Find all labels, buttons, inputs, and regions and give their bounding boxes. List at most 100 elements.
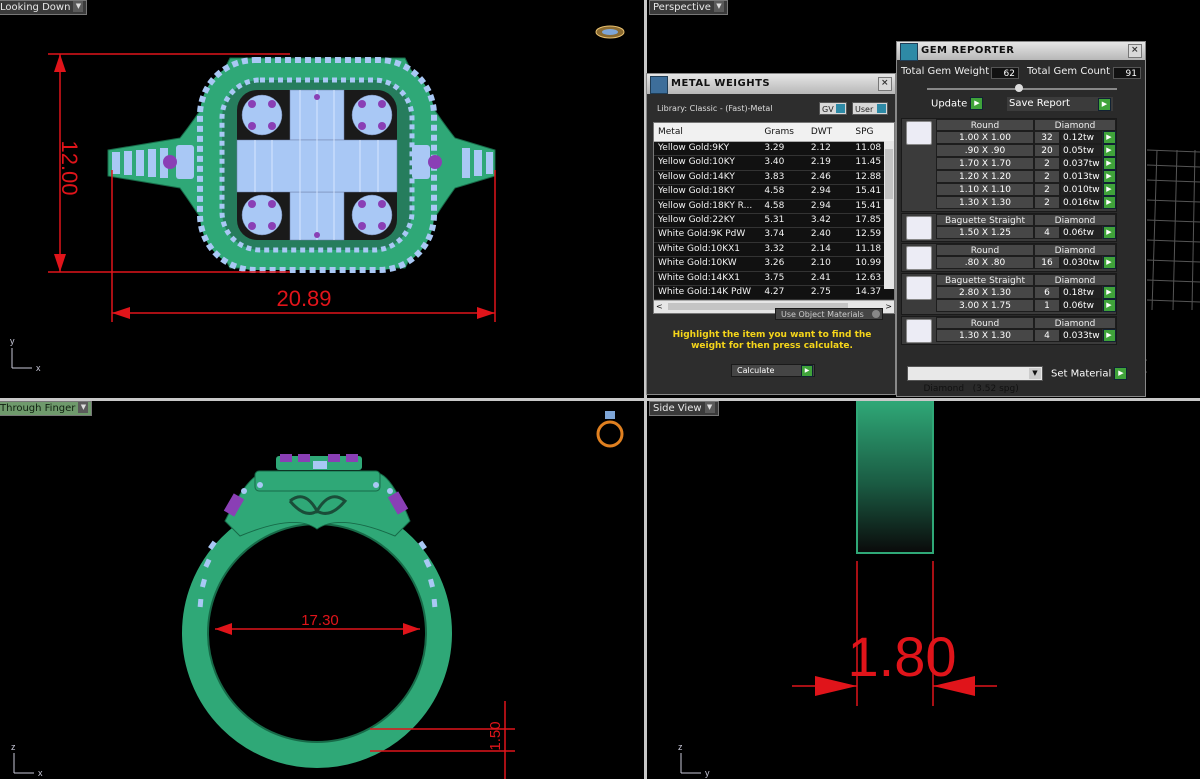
cell-grams: 4.58 <box>764 200 785 211</box>
table-row[interactable]: White Gold:14K PdW 4.27 2.75 14.37 <box>654 285 894 301</box>
cell-metal: Yellow Gold:9KY <box>658 143 730 153</box>
gem-group[interactable]: Baguette Straight Diamond 1.50 X 1.25 4 0.06… <box>901 213 1117 242</box>
gem-row[interactable]: 1.10 X 1.10 2 0.010tw ▶ <box>936 183 1116 196</box>
gem-reporter-icon <box>900 43 918 61</box>
cell-grams: 4.58 <box>764 186 785 197</box>
viewport-top[interactable]: Looking Down ▼ 12.00 20.89 y x <box>0 0 644 398</box>
svg-text:y: y <box>705 768 710 778</box>
use-object-materials-button[interactable]: Use Object Materials <box>775 308 883 320</box>
select-gem-icon[interactable]: ▶ <box>1102 256 1116 269</box>
close-icon[interactable]: × <box>878 77 892 91</box>
dim-inner-diameter-label: 17.30 <box>301 612 339 629</box>
play-icon: ▶ <box>1114 367 1128 380</box>
cell-metal: Yellow Gold:14KY <box>658 171 735 182</box>
user-toggle[interactable]: User <box>852 102 888 115</box>
round-gem-icon <box>906 121 932 145</box>
gem-group[interactable]: Round Diamond 1.00 X 1.00 32 0.12tw ▶ .90 X .9… <box>901 118 1117 212</box>
gem-group[interactable]: Round Diamond .80 X .80 16 0.030tw ▶ <box>901 243 1117 272</box>
save-report-button[interactable]: Save Report ▶ <box>1007 97 1113 111</box>
update-button[interactable]: Update ▶ <box>931 97 984 110</box>
gem-row[interactable]: .80 X .80 16 0.030tw ▶ <box>936 256 1116 269</box>
gem-row[interactable]: 1.50 X 1.25 4 0.06tw ▶ <box>936 226 1116 239</box>
gem-row[interactable]: 1.00 X 1.00 32 0.12tw ▶ <box>936 131 1116 144</box>
gem-row[interactable]: 1.20 X 1.20 2 0.013tw ▶ <box>936 170 1116 183</box>
cell-grams: 3.83 <box>764 171 785 182</box>
select-gem-icon[interactable]: ▶ <box>1102 196 1116 209</box>
cell-grams: 3.26 <box>764 258 785 269</box>
table-row[interactable]: Yellow Gold:18KY R... 4.58 2.94 15.41 <box>654 199 894 214</box>
select-gem-icon[interactable]: ▶ <box>1102 157 1116 170</box>
select-gem-icon[interactable]: ▶ <box>1102 329 1116 342</box>
gem-row[interactable]: 1.70 X 1.70 2 0.037tw ▶ <box>936 157 1116 170</box>
navigation-cube-icon[interactable] <box>595 25 625 39</box>
calculate-button[interactable]: Calculate ▶ <box>731 364 815 377</box>
dim-height-label: 12.00 <box>57 140 82 195</box>
cell-metal: Yellow Gold:10KY <box>658 157 735 168</box>
cell-dwt: 2.94 <box>810 186 831 197</box>
svg-text:z: z <box>678 742 683 752</box>
scroll-right-icon[interactable]: > <box>885 301 892 313</box>
svg-text:x: x <box>38 768 43 778</box>
gem-group-header: Round Diamond <box>936 119 1116 131</box>
gem-row[interactable]: 1.30 X 1.30 2 0.016tw ▶ <box>936 196 1116 209</box>
select-gem-icon[interactable]: ▶ <box>1102 170 1116 183</box>
gem-reporter-titlebar[interactable]: GEM REPORTER × <box>897 42 1145 61</box>
gem-row[interactable]: .90 X .90 20 0.05tw ▶ <box>936 144 1116 157</box>
gem-group[interactable]: Baguette Straight Diamond 2.80 X 1.30 6 0.18… <box>901 273 1117 315</box>
gem-reporter-panel: GEM REPORTER × Total Gem Weight 62 Total… <box>896 41 1146 397</box>
material-select[interactable]: Diamond (3.52 spg) ▼ <box>907 366 1043 394</box>
cell-dwt: 2.19 <box>810 157 831 168</box>
gem-group[interactable]: Round Diamond 1.30 X 1.30 4 0.033tw ▶ <box>901 316 1117 345</box>
select-gem-icon[interactable]: ▶ <box>1102 131 1116 144</box>
ring-nav-icon[interactable] <box>596 411 624 448</box>
ring-front-view: 17.30 1.50 z x <box>11 411 624 779</box>
set-material-button[interactable]: Set Material ▶ <box>1051 367 1128 380</box>
close-icon[interactable]: × <box>1128 44 1142 58</box>
scroll-left-icon[interactable]: < <box>656 301 663 313</box>
table-row[interactable]: White Gold:9K PdW 3.74 2.40 12.59 <box>654 228 894 243</box>
ring-top-view: 12.00 20.89 y x <box>10 25 625 373</box>
cell-dwt: 2.12 <box>810 143 831 153</box>
gem-row[interactable]: 1.30 X 1.30 4 0.033tw ▶ <box>936 329 1116 342</box>
gv-toggle[interactable]: GV <box>819 102 847 115</box>
table-row[interactable]: White Gold:10KX1 3.32 2.14 11.18 <box>654 242 894 258</box>
cell-dwt: 2.40 <box>810 229 831 240</box>
gem-row[interactable]: 2.80 X 1.30 6 0.18tw ▶ <box>936 286 1116 299</box>
round-gem-icon <box>906 319 932 343</box>
gem-row[interactable]: 3.00 X 1.75 1 0.06tw ▶ <box>936 299 1116 312</box>
table-row[interactable]: Yellow Gold:18KY 4.58 2.94 15.41 <box>654 185 894 200</box>
select-gem-icon[interactable]: ▶ <box>1102 226 1116 239</box>
dim-thickness-label: 1.80 <box>848 625 957 688</box>
viewport-divider-horizontal[interactable] <box>0 398 1200 401</box>
table-row[interactable]: Yellow Gold:10KY 3.40 2.19 11.45 <box>654 156 894 171</box>
table-row[interactable]: Yellow Gold:22KY 5.31 3.42 17.85 <box>654 213 894 229</box>
select-gem-icon[interactable]: ▶ <box>1102 286 1116 299</box>
cell-dwt: 3.42 <box>810 214 831 225</box>
select-gem-icon[interactable]: ▶ <box>1102 183 1116 196</box>
table-row[interactable]: Yellow Gold:14KY 3.83 2.46 12.88 <box>654 170 894 186</box>
metal-weights-panel: METAL WEIGHTS × Library: Classic - (Fast… <box>646 73 896 395</box>
table-row[interactable]: White Gold:14KX1 3.75 2.41 12.63 <box>654 271 894 286</box>
metal-weights-titlebar[interactable]: METAL WEIGHTS × <box>647 74 895 94</box>
svg-text:z: z <box>11 742 16 752</box>
cell-dwt: 2.94 <box>810 200 831 211</box>
instruction-text: Highlight the item you want to find the … <box>672 330 872 351</box>
cell-grams: 3.75 <box>764 272 785 283</box>
gem-group-header: Baguette Straight Diamond <box>936 214 1116 226</box>
metal-weights-icon <box>650 76 668 94</box>
viewport-front[interactable]: Through Finger ▼ 17.30 1.50 z x <box>0 401 644 779</box>
ring-side-view: 1.80 z y <box>678 401 997 778</box>
chevron-down-icon[interactable]: ▼ <box>1029 368 1041 379</box>
svg-text:x: x <box>36 363 41 373</box>
table-row[interactable]: Yellow Gold:9KY 3.29 2.12 11.08 <box>654 142 894 157</box>
select-gem-icon[interactable]: ▶ <box>1102 144 1116 157</box>
report-slider[interactable] <box>927 84 1117 92</box>
metal-table[interactable]: Metal Grams DWT SPG Yellow Gold:9KY 3.29 2… <box>653 122 895 315</box>
vertical-scrollbar[interactable] <box>884 141 894 289</box>
baguette-gem-icon <box>906 216 932 240</box>
cell-metal: Yellow Gold:22KY <box>658 214 735 225</box>
table-row[interactable]: White Gold:10KW 3.26 2.10 10.99 <box>654 257 894 272</box>
viewport-side[interactable]: Side View ▼ 1.80 z y <box>647 401 1200 779</box>
select-gem-icon[interactable]: ▶ <box>1102 299 1116 312</box>
gem-group-header: Round Diamond <box>936 317 1116 329</box>
